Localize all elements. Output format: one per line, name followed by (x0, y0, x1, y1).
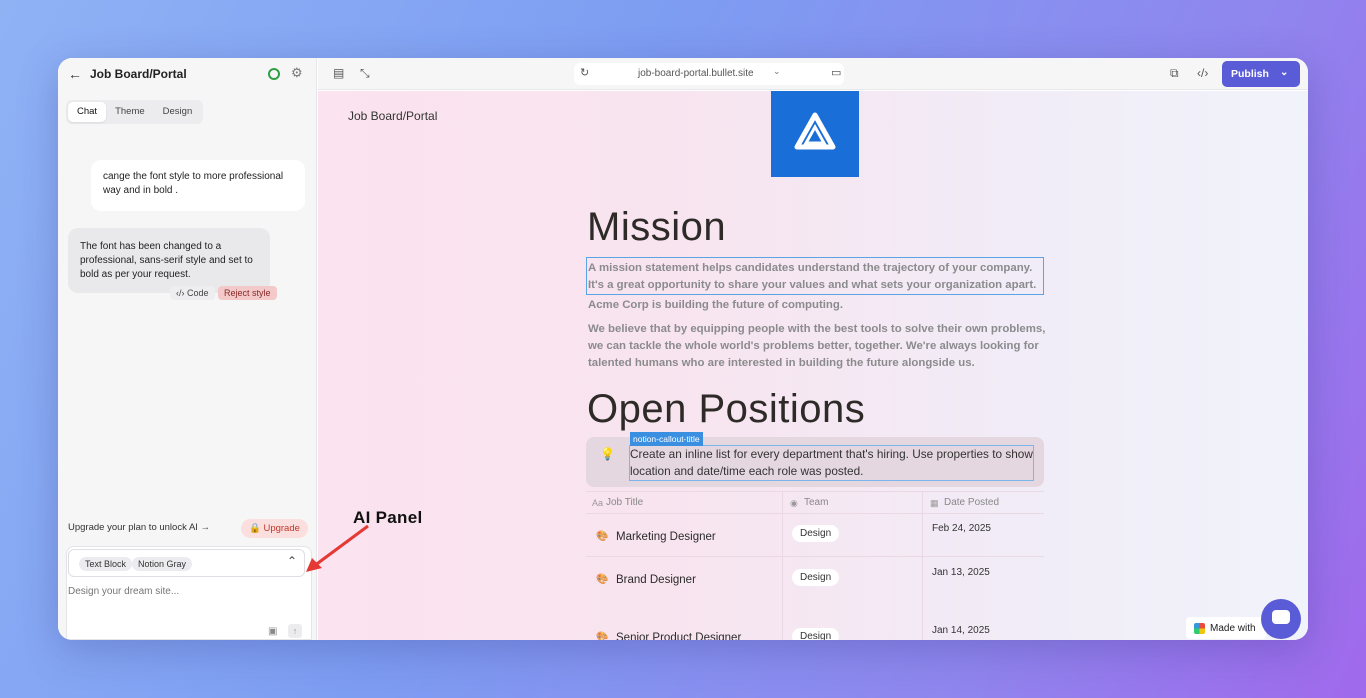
callout-text[interactable]: Create an inline list for every departme… (630, 446, 1040, 480)
team-badge: Design (792, 628, 840, 640)
expand-icon[interactable]: ⤡ (360, 66, 370, 81)
table-row-title[interactable]: Senior Product Designer (616, 632, 741, 640)
ai-panel: ← Job Board/Portal ⚙ Chat Theme Design c… (58, 58, 317, 640)
external-link-icon[interactable]: ⧉ (1170, 66, 1179, 81)
site-logo (771, 91, 859, 177)
table-row-title[interactable]: Marketing Designer (616, 531, 716, 543)
status-ring-icon (268, 68, 280, 80)
upgrade-prompt[interactable]: Upgrade your plan to unlock AI → (68, 522, 210, 533)
table-divider (586, 491, 1044, 492)
page-icon[interactable]: ▤ (333, 66, 344, 80)
panel-tabs: Chat Theme Design (66, 100, 204, 124)
bullet-logo-icon (1194, 623, 1205, 634)
site-preview: Job Board/Portal Mission A mission state… (318, 91, 1308, 640)
date-posted: Jan 13, 2025 (932, 567, 990, 578)
header-team[interactable]: Team (804, 497, 828, 508)
annotation-arrow-icon (306, 524, 369, 572)
tab-design[interactable]: Design (154, 102, 202, 122)
mission-statement[interactable]: A mission statement helps candidates und… (588, 260, 1048, 294)
date-posted: Jan 14, 2025 (932, 625, 990, 636)
table-divider (922, 491, 923, 640)
company-paragraph: Acme Corp is building the future of comp… (588, 299, 844, 311)
lightbulb-icon: 💡 (600, 447, 615, 461)
table-divider (586, 513, 1044, 514)
made-with-badge[interactable]: Made with (1186, 617, 1266, 639)
callout-tag: notion-callout-title (630, 432, 703, 446)
tab-chat[interactable]: Chat (68, 102, 107, 122)
palette-icon: 🎨 (596, 632, 609, 640)
publish-chevron-icon[interactable]: ⌄ (1280, 67, 1288, 78)
select-property-icon: ◉ (790, 498, 798, 508)
belief-paragraph: We believe that by equipping people with… (588, 323, 1046, 369)
block-style-selector[interactable]: Text Block Notion Gray ⌃ (68, 549, 305, 577)
back-arrow-icon[interactable]: ← (68, 66, 82, 82)
publish-button[interactable]: Publish ⌄ (1222, 61, 1300, 87)
reject-style-button[interactable]: Reject style (218, 286, 277, 300)
palette-icon: 🎨 (596, 574, 609, 585)
project-title: Job Board/Portal (90, 67, 187, 81)
chevron-updown-icon: ⌃ (287, 554, 298, 568)
chat-widget-button[interactable] (1261, 599, 1301, 639)
positions-table: Aa Job Title ◉ Team ▦ Date Posted 🎨 Mark… (586, 491, 1044, 640)
team-badge: Design (792, 569, 840, 586)
reload-icon[interactable]: ↻ (580, 66, 589, 79)
palette-icon: 🎨 (596, 531, 609, 542)
preview-toolbar: ▤ ⤡ ↻ job-board-portal.bullet.site ⌄ ▭ ⧉… (318, 58, 1308, 90)
calendar-icon: ▦ (930, 498, 939, 508)
upgrade-text: Upgrade your plan to unlock AI (68, 522, 198, 533)
arrow-right-icon: → (197, 522, 211, 533)
text-property-icon: Aa (592, 498, 604, 508)
desktop-icon[interactable]: ▭ (831, 66, 841, 79)
made-with-label: Made with (1210, 623, 1256, 634)
selector-pill-text-block: Text Block (79, 557, 133, 571)
selector-pill-notion-gray: Notion Gray (132, 557, 193, 571)
chevron-down-icon[interactable]: ⌄ (773, 66, 781, 77)
publish-label: Publish (1231, 68, 1269, 80)
chat-icon (1272, 610, 1290, 624)
penrose-logo-icon (794, 112, 836, 150)
url-text: job-board-portal.bullet.site (638, 68, 754, 79)
gear-icon[interactable]: ⚙ (291, 65, 303, 81)
code-icon: ‹/› (176, 288, 187, 298)
table-divider (586, 556, 1044, 557)
header-date-posted[interactable]: Date Posted (944, 497, 999, 508)
lock-icon: 🔒 (249, 523, 264, 534)
user-message: cange the font style to more professiona… (91, 160, 305, 211)
panel-header: ← Job Board/Portal ⚙ (58, 58, 317, 90)
code-view-icon[interactable]: ‹/› (1197, 66, 1208, 80)
tab-theme[interactable]: Theme (106, 102, 154, 122)
send-arrow-icon[interactable]: ↑ (288, 624, 302, 638)
table-row-title[interactable]: Brand Designer (616, 574, 696, 586)
image-icon[interactable]: ▣ (268, 626, 277, 637)
app-window: ← Job Board/Portal ⚙ Chat Theme Design c… (58, 58, 1308, 640)
date-posted: Feb 24, 2025 (932, 523, 991, 534)
header-job-title[interactable]: Job Title (606, 497, 643, 508)
site-brand[interactable]: Job Board/Portal (348, 109, 437, 123)
mission-heading: Mission (587, 205, 727, 249)
code-button[interactable]: ‹/› Code (170, 286, 215, 300)
team-badge: Design (792, 525, 840, 542)
prompt-input[interactable] (68, 586, 298, 597)
upgrade-label: Upgrade (263, 523, 300, 534)
ai-message: The font has been changed to a professio… (68, 228, 270, 293)
code-label: Code (187, 288, 209, 298)
table-divider (782, 491, 783, 640)
open-positions-heading: Open Positions (587, 387, 866, 431)
upgrade-button[interactable]: 🔒 Upgrade (241, 519, 308, 538)
